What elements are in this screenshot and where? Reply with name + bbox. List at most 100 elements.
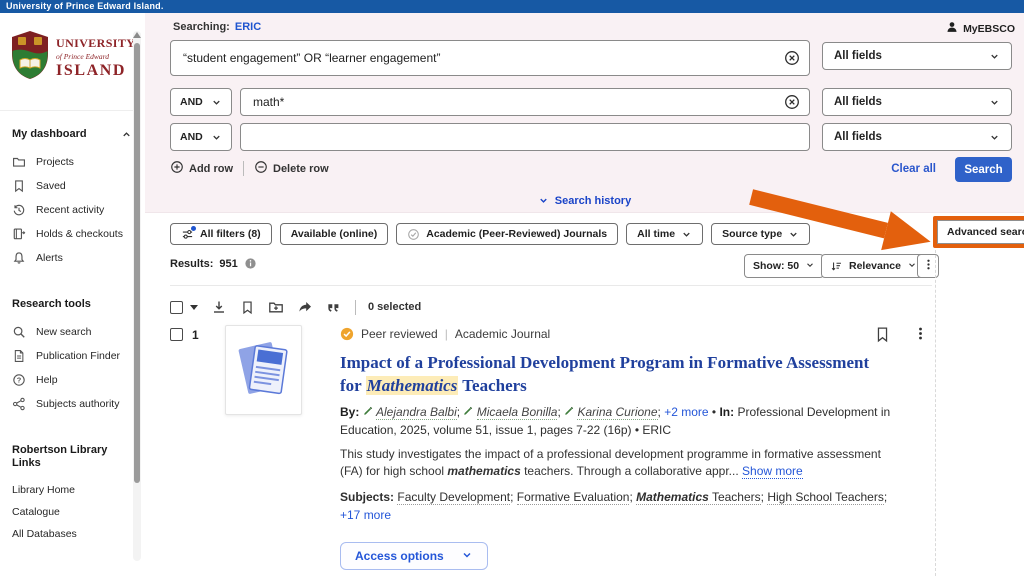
show-per-page-select[interactable]: Show: 50 — [744, 254, 824, 278]
filter-bar: All filters (8) Available (online) Academi… — [170, 223, 810, 245]
result-thumbnail[interactable] — [225, 325, 302, 415]
field-select[interactable]: All fields — [822, 42, 1012, 70]
sidebar-item-recent-activity[interactable]: Recent activity — [12, 198, 132, 222]
operator-label: AND — [180, 96, 203, 108]
select-all-checkbox[interactable] — [170, 301, 183, 314]
search-term-input[interactable] — [240, 123, 810, 151]
filter-pill-all-time[interactable]: All time — [626, 223, 703, 245]
sidebar-item-help[interactable]: ?Help — [12, 368, 132, 392]
subject-link[interactable]: Formative Evaluation — [517, 490, 630, 505]
field-select[interactable]: All fields — [822, 123, 1012, 151]
boolean-operator-select[interactable]: AND — [170, 123, 232, 151]
chevron-down-icon — [805, 260, 815, 273]
searching-label: Searching: — [173, 21, 230, 33]
sidebar-item-saved[interactable]: Saved — [12, 174, 132, 198]
sidebar-item-holds-checkouts[interactable]: Holds & checkouts — [12, 222, 132, 246]
more-authors-link[interactable]: +2 more — [664, 405, 708, 419]
subject-link[interactable]: Faculty Development — [397, 490, 510, 505]
sidebar-item-label: Publication Finder — [36, 350, 120, 362]
person-icon — [945, 20, 959, 37]
pen-icon — [363, 406, 373, 416]
sort-select[interactable]: Relevance — [821, 254, 926, 278]
clear-all-button[interactable]: Clear all — [891, 163, 936, 175]
bell-icon — [12, 251, 26, 265]
sidebar-item-label: Subjects authority — [36, 398, 119, 410]
sidebar-item-publication-finder[interactable]: Publication Finder — [12, 344, 132, 368]
help-icon: ? — [12, 373, 26, 387]
result-options-kebab-icon[interactable] — [913, 326, 928, 346]
result-title[interactable]: Impact of a Professional Development Pro… — [340, 351, 880, 397]
database-link[interactable]: ERIC — [235, 21, 261, 33]
filter-pill-academic-peer-reviewed-journals[interactable]: Academic (Peer-Reviewed) Journals — [396, 223, 618, 245]
pen-icon — [463, 406, 473, 416]
download-icon[interactable] — [211, 299, 227, 315]
search-history-toggle[interactable]: Search history — [145, 193, 1024, 211]
page-divider — [935, 250, 936, 576]
plus-circle-icon — [170, 160, 184, 177]
svg-text:?: ? — [17, 376, 22, 385]
advanced-search-highlight: Advanced search — [933, 216, 1024, 248]
chevron-up-icon[interactable] — [121, 129, 132, 140]
sidebar-item-subjects-authority[interactable]: Subjects authority — [12, 392, 132, 416]
sidebar-item-label: New search — [36, 326, 91, 338]
search-term-input[interactable] — [170, 40, 810, 76]
more-subjects-link[interactable]: +17 more — [340, 508, 391, 522]
filter-pill-source-type[interactable]: Source type — [711, 223, 810, 245]
advanced-search-button[interactable]: Advanced search — [937, 220, 1024, 244]
sidebar-item-new-search[interactable]: New search — [12, 320, 132, 344]
access-options-button[interactable]: Access options — [340, 542, 488, 570]
highlighted-search-term: Mathematics — [366, 376, 459, 395]
field-select[interactable]: All fields — [822, 88, 1012, 116]
sidebar-item-library-home[interactable]: Library Home — [12, 479, 132, 501]
chevron-down-icon — [681, 229, 692, 240]
boolean-operator-select[interactable]: AND — [170, 88, 232, 116]
sidebar-item-alerts[interactable]: Alerts — [12, 246, 132, 270]
upei-crest-icon — [10, 30, 50, 85]
search-button[interactable]: Search — [955, 157, 1012, 182]
add-to-folder-icon[interactable] — [268, 299, 284, 315]
upei-logo[interactable]: UNIVERSITY of Prince Edward ISLAND — [10, 30, 135, 85]
delete-row-button[interactable]: Delete row — [254, 160, 329, 177]
scrollbar-up-arrow-icon[interactable] — [133, 32, 141, 38]
result-checkbox[interactable] — [170, 328, 183, 341]
divider: | — [445, 327, 448, 341]
author-link[interactable]: Alejandra Balbi — [376, 405, 457, 420]
sidebar-section: My dashboard ProjectsSavedRecent activity… — [12, 128, 132, 270]
sidebar-item-projects[interactable]: Projects — [12, 150, 132, 174]
sidebar-section: Research toolsNew searchPublication Find… — [12, 298, 132, 416]
cite-icon[interactable] — [326, 300, 341, 315]
sidebar-section-title: Robertson Library Links — [12, 444, 132, 470]
author-link[interactable]: Karina Curione — [577, 405, 657, 420]
search-panel: Searching: ERIC MyEBSCO All fields AND All … — [145, 13, 1024, 213]
show-more-link[interactable]: Show more — [742, 464, 803, 479]
filter-pill-all-filters-8-[interactable]: All filters (8) — [170, 223, 272, 245]
results-count: Results: 951 — [170, 257, 257, 270]
sidebar-scrollbar[interactable] — [133, 31, 141, 561]
filter-pill-available-online-[interactable]: Available (online) — [280, 223, 389, 245]
bookmark-icon — [12, 179, 26, 193]
divider — [170, 285, 932, 286]
subject-link[interactable]: High School Teachers — [767, 490, 884, 505]
sidebar-item-all-databases[interactable]: All Databases — [12, 523, 132, 545]
main-content: Searching: ERIC MyEBSCO All fields AND All … — [145, 13, 1024, 576]
clear-input-icon[interactable] — [784, 50, 800, 66]
subjects-icon — [12, 397, 26, 411]
info-icon[interactable] — [244, 257, 257, 270]
sidebar-scrollbar-thumb[interactable] — [134, 43, 140, 483]
author-link[interactable]: Micaela Bonilla — [477, 405, 558, 420]
chevron-down-icon — [989, 51, 1000, 62]
sidebar-section-header[interactable]: My dashboard — [12, 128, 132, 141]
bookmark-icon[interactable] — [240, 300, 255, 315]
share-icon[interactable] — [297, 299, 313, 315]
select-menu-caret-icon[interactable] — [190, 305, 198, 310]
save-result-bookmark-icon[interactable] — [874, 326, 891, 348]
sidebar-item-catalogue[interactable]: Catalogue — [12, 501, 132, 523]
search-icon — [12, 325, 26, 339]
clear-input-icon[interactable] — [784, 94, 800, 110]
field-select-value: All fields — [834, 131, 882, 143]
add-row-button[interactable]: Add row — [170, 160, 233, 177]
search-term-input[interactable] — [240, 88, 810, 116]
subject-link[interactable]: Mathematics Teachers — [636, 490, 761, 505]
myebsco-button[interactable]: MyEBSCO — [945, 20, 1015, 37]
filter-pill-label: Available (online) — [291, 228, 378, 240]
